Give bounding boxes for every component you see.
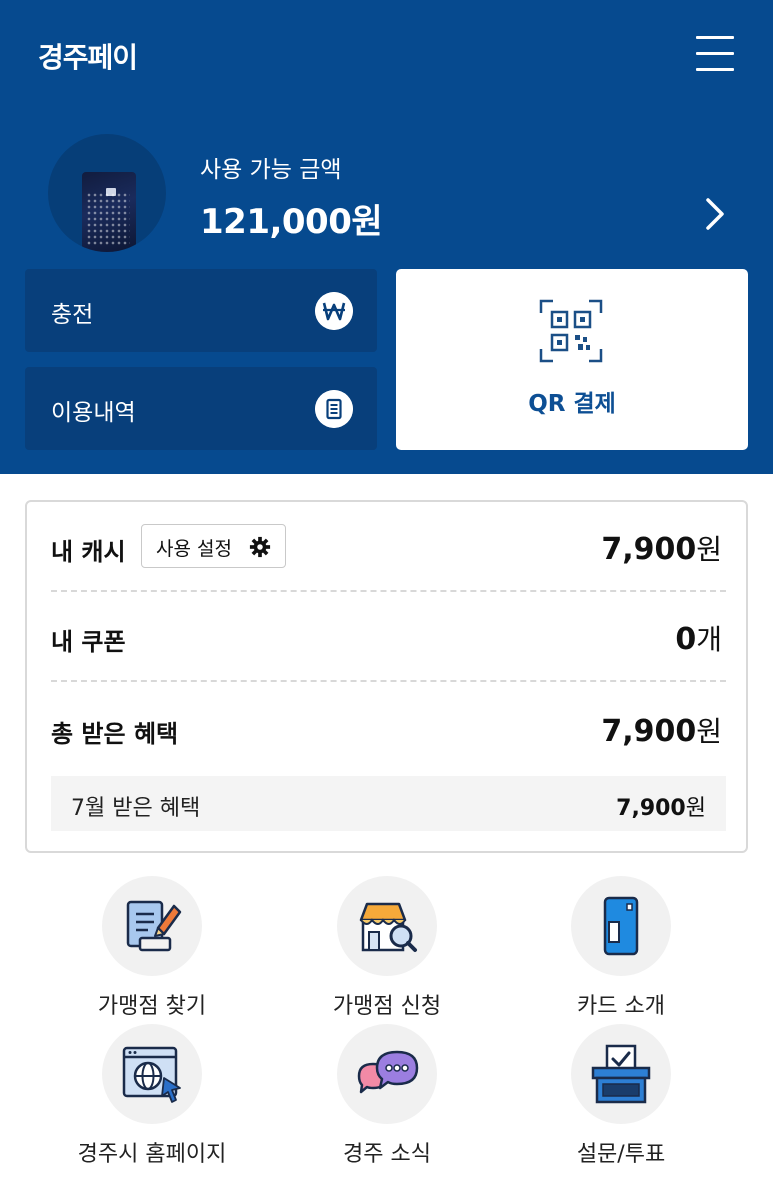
won-icon (315, 292, 353, 330)
app-title: 경주페이 (38, 41, 138, 74)
history-label: 이용내역 (51, 400, 136, 426)
monthly-benefit-label: 7월 받은 혜택 (71, 796, 201, 821)
my-coupon-value: 0개 (675, 618, 722, 658)
menu-icon-circle (571, 876, 671, 976)
menu-label: 경주시 홈페이지 (77, 1142, 227, 1167)
card-thumbnail[interactable] (48, 134, 166, 252)
menu-label: 경주 소식 (343, 1142, 431, 1167)
benefit-summary-card: 내 캐시 사용 설정 7,900원 내 쿠폰 0개 총 받은 혜택 7,900원… (25, 500, 748, 853)
store-apply-icon (359, 902, 417, 952)
menu-label: 설문/투표 (576, 1142, 666, 1167)
monthly-benefit-row: 7월 받은 혜택 7,900원 (51, 776, 726, 831)
charge-button[interactable]: 충전 (25, 269, 377, 352)
my-cash-unit: 원 (696, 533, 722, 566)
homepage-globe-icon (122, 1046, 181, 1103)
menu-line-icon (696, 68, 734, 71)
total-benefit-label: 총 받은 혜택 (51, 720, 179, 748)
my-coupon-amount: 0 (675, 622, 697, 657)
monthly-benefit-unit: 원 (685, 796, 706, 821)
news-chat-icon (357, 1050, 419, 1094)
balance-value: 121,000원 (200, 202, 383, 242)
my-cash-amount: 7,900 (601, 532, 697, 567)
my-cash-label: 내 캐시 (51, 538, 126, 566)
usage-setting-button[interactable]: 사용 설정 (141, 524, 286, 568)
divider (51, 680, 726, 682)
hamburger-menu-button[interactable] (692, 34, 738, 76)
qr-pay-label: QR 결제 (528, 391, 616, 417)
qr-pay-button[interactable]: QR 결제 (396, 269, 748, 450)
merchant-search-icon (126, 900, 182, 952)
monthly-benefit-amount: 7,900 (616, 796, 686, 821)
chevron-right-icon[interactable] (700, 196, 730, 232)
total-benefit-value: 7,900원 (601, 710, 722, 750)
header-panel: 경주페이 사용 가능 금액 121,000원 충전 이용내역 QR 결제 (0, 0, 773, 474)
card-image (82, 172, 136, 252)
menu-homepage[interactable]: 경주시 홈페이지 (52, 1024, 252, 1167)
menu-icon-circle (571, 1024, 671, 1124)
survey-vote-icon (591, 1044, 651, 1104)
monthly-benefit-value: 7,900원 (616, 790, 706, 822)
my-coupon-label: 내 쿠폰 (51, 628, 126, 656)
history-button[interactable]: 이용내역 (25, 367, 377, 450)
receipt-icon (315, 390, 353, 428)
total-benefit-unit: 원 (696, 715, 722, 748)
my-cash-value: 7,900원 (601, 528, 722, 568)
card-intro-icon (603, 896, 639, 956)
menu-icon-circle (337, 1024, 437, 1124)
menu-store-apply[interactable]: 가맹점 신청 (287, 876, 487, 1019)
menu-label: 카드 소개 (577, 994, 665, 1019)
card-pattern (86, 192, 130, 246)
balance-label: 사용 가능 금액 (200, 157, 342, 183)
menu-line-icon (696, 52, 734, 55)
charge-label: 충전 (51, 302, 94, 328)
menu-label: 가맹점 신청 (332, 994, 442, 1019)
divider (51, 590, 726, 592)
usage-setting-label: 사용 설정 (156, 538, 232, 560)
menu-survey[interactable]: 설문/투표 (521, 1024, 721, 1167)
total-benefit-amount: 7,900 (601, 714, 697, 749)
menu-news[interactable]: 경주 소식 (287, 1024, 487, 1167)
gear-icon (249, 536, 271, 558)
menu-icon-circle (102, 876, 202, 976)
menu-icon-circle (337, 876, 437, 976)
qr-code-icon (539, 299, 603, 363)
menu-merchant-search[interactable]: 가맹점 찾기 (52, 876, 252, 1019)
menu-icon-circle (102, 1024, 202, 1124)
menu-label: 가맹점 찾기 (97, 994, 207, 1019)
menu-card-intro[interactable]: 카드 소개 (521, 876, 721, 1019)
menu-line-icon (696, 36, 734, 39)
my-coupon-unit: 개 (696, 623, 722, 656)
